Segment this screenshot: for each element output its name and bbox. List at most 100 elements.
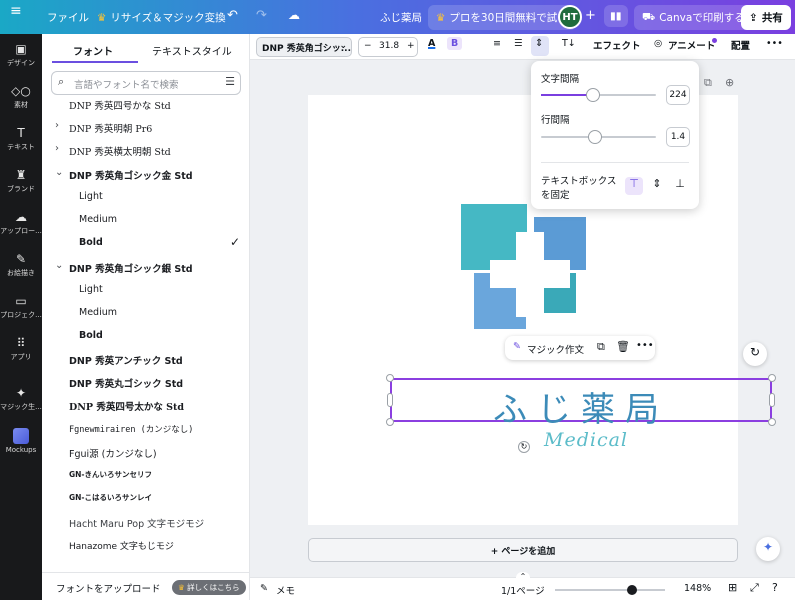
avatar[interactable]: HT: [558, 5, 582, 29]
more-icon[interactable]: •••: [636, 340, 654, 351]
grid-view-icon[interactable]: ⊞: [728, 581, 737, 594]
anchor-bottom-icon[interactable]: ⊥: [671, 177, 689, 195]
upload-font-link[interactable]: フォントをアップロード: [56, 581, 161, 595]
letter-spacing-value[interactable]: 224: [666, 85, 690, 105]
rail-design[interactable]: ▣ デザイン: [0, 42, 42, 68]
rail-text[interactable]: T テキスト: [0, 126, 42, 152]
increase-size-button[interactable]: +: [407, 41, 415, 51]
align-center-icon[interactable]: ≡: [493, 38, 501, 49]
resize-handle[interactable]: [769, 393, 775, 407]
resize-handle[interactable]: [386, 418, 394, 426]
font-item[interactable]: DNP 秀英アンチック Std: [42, 349, 250, 372]
bold-button[interactable]: B: [447, 37, 463, 50]
title-text[interactable]: ふじ薬局: [392, 382, 770, 431]
font-item[interactable]: DNP 秀英四号太かな Std: [42, 395, 250, 418]
font-item[interactable]: GN-きんいろサンセリフ: [42, 465, 250, 488]
magic-write-button[interactable]: マジック作文: [527, 342, 584, 356]
copy-icon[interactable]: ⧉: [597, 340, 605, 354]
help-icon[interactable]: ?: [772, 581, 778, 594]
position-button[interactable]: 配置: [731, 38, 750, 52]
font-item[interactable]: DNP 秀英四号かな Std: [42, 94, 250, 117]
document-title[interactable]: ふじ薬局: [380, 10, 422, 25]
rail-brand[interactable]: ♜ ブランド: [0, 168, 42, 194]
vertical-text-icon[interactable]: T↓: [562, 38, 576, 49]
chevron-right-icon[interactable]: ›: [55, 120, 59, 131]
analytics-icon[interactable]: ▮▮: [604, 5, 628, 27]
rail-draw[interactable]: ✎ お絵描き: [0, 252, 42, 278]
page-indicator[interactable]: 1/1ページ: [501, 583, 545, 597]
anchor-middle-icon[interactable]: ⇕: [648, 177, 666, 195]
resize-handle[interactable]: [387, 393, 393, 407]
selected-text-box[interactable]: ふじ薬局: [386, 374, 776, 430]
zoom-value[interactable]: 148%: [684, 583, 711, 594]
font-weight-item[interactable]: Light: [42, 280, 250, 303]
chevron-down-icon[interactable]: ⌄: [55, 260, 63, 271]
letter-spacing-slider[interactable]: [541, 88, 656, 102]
font-item[interactable]: Hanazome 文字もじモジ: [42, 535, 250, 558]
resize-handle[interactable]: [768, 374, 776, 382]
anchor-top-icon[interactable]: ⊤: [625, 177, 643, 195]
rail-mockups[interactable]: Mockups: [0, 428, 42, 454]
magic-assistant-icon[interactable]: ✦: [756, 537, 780, 561]
font-weight-item[interactable]: Light: [42, 187, 250, 210]
print-button[interactable]: ⛟ Canvaで印刷する: [634, 5, 753, 30]
trash-icon[interactable]: 🗑: [616, 340, 630, 353]
redo-icon[interactable]: ↷: [256, 8, 267, 23]
effects-button[interactable]: エフェクト: [593, 38, 641, 52]
font-family-expanded[interactable]: ⌄ DNP 秀英角ゴシック金 Std: [42, 164, 250, 187]
add-page-icon[interactable]: ⊕: [725, 76, 734, 89]
font-weight-item-selected[interactable]: Bold ✓: [42, 233, 250, 256]
list-icon[interactable]: ☰: [514, 38, 523, 49]
subtitle-text[interactable]: Medical: [544, 429, 628, 451]
rail-apps[interactable]: ⠿ アプリ: [0, 336, 42, 362]
rail-magic-media[interactable]: ✦ マジック生...: [0, 386, 42, 412]
notes-icon[interactable]: ✎: [260, 583, 268, 594]
font-item[interactable]: › DNP 秀英横太明朝 Std: [42, 140, 250, 163]
font-weight-item[interactable]: Medium: [42, 210, 250, 233]
font-item[interactable]: Fgnewmirairen (カンジなし): [42, 419, 250, 442]
line-spacing-value[interactable]: 1.4: [666, 127, 690, 147]
font-family-expanded[interactable]: ⌄ DNP 秀英角ゴシック銀 Std: [42, 257, 250, 280]
resize-handle[interactable]: [386, 374, 394, 382]
rail-projects[interactable]: ▭ プロジェク...: [0, 294, 42, 320]
decrease-size-button[interactable]: −: [364, 41, 372, 51]
line-spacing-slider[interactable]: [541, 130, 656, 144]
resize-button[interactable]: ♛ リサイズ＆マジック変換: [97, 10, 226, 25]
font-size-stepper[interactable]: − 31.8 +: [358, 37, 418, 57]
font-item[interactable]: DNP 秀英丸ゴシック Std: [42, 372, 250, 395]
font-family-select[interactable]: DNP 秀英角ゴシッ... ⌄: [256, 37, 352, 57]
rotate-handle[interactable]: ↻: [518, 441, 530, 453]
animate-button[interactable]: アニメート: [668, 38, 715, 52]
details-badge[interactable]: ♛ 詳しくはこちら: [172, 580, 246, 595]
font-weight-item[interactable]: Bold: [42, 326, 250, 349]
file-menu[interactable]: ファイル: [47, 10, 89, 25]
refresh-icon[interactable]: ↻: [743, 342, 767, 366]
chevron-down-icon[interactable]: ⌄: [55, 167, 63, 178]
filter-icon[interactable]: ☰: [225, 75, 235, 88]
menu-icon[interactable]: ≡: [10, 3, 22, 19]
resize-handle[interactable]: [768, 418, 776, 426]
font-item[interactable]: › DNP 秀英明朝 Pr6: [42, 117, 250, 140]
undo-icon[interactable]: ↶: [227, 8, 238, 23]
font-size-value[interactable]: 31.8: [379, 41, 399, 51]
zoom-slider[interactable]: [555, 585, 665, 595]
more-options-button[interactable]: •••: [766, 38, 783, 49]
font-item[interactable]: Hacht Maru Pop 文字モジモジ: [42, 512, 250, 535]
rail-uploads[interactable]: ☁ アップロー...: [0, 210, 42, 236]
slider-knob[interactable]: [585, 88, 600, 102]
add-page-button[interactable]: + ページを追加: [308, 538, 738, 562]
spacing-button[interactable]: ⇕: [531, 36, 549, 56]
chevron-up-icon[interactable]: ⌃: [516, 572, 530, 582]
rail-elements[interactable]: ◇○ 素材: [0, 84, 42, 110]
text-color-button[interactable]: A: [428, 38, 435, 49]
cloud-save-icon[interactable]: ☁: [288, 8, 300, 22]
add-collaborator-icon[interactable]: +: [585, 8, 596, 23]
font-item[interactable]: Fgui源 (カンジなし): [42, 442, 250, 465]
font-item[interactable]: GN-こはるいろサンレイ: [42, 488, 250, 511]
trial-button[interactable]: ♛ プロを30日間無料で試す: [428, 5, 576, 30]
font-weight-item[interactable]: Medium: [42, 303, 250, 326]
tab-font[interactable]: フォント: [73, 43, 113, 58]
fullscreen-icon[interactable]: ⤢: [750, 581, 759, 595]
slider-knob[interactable]: [627, 585, 637, 595]
slider-knob[interactable]: [588, 130, 603, 144]
